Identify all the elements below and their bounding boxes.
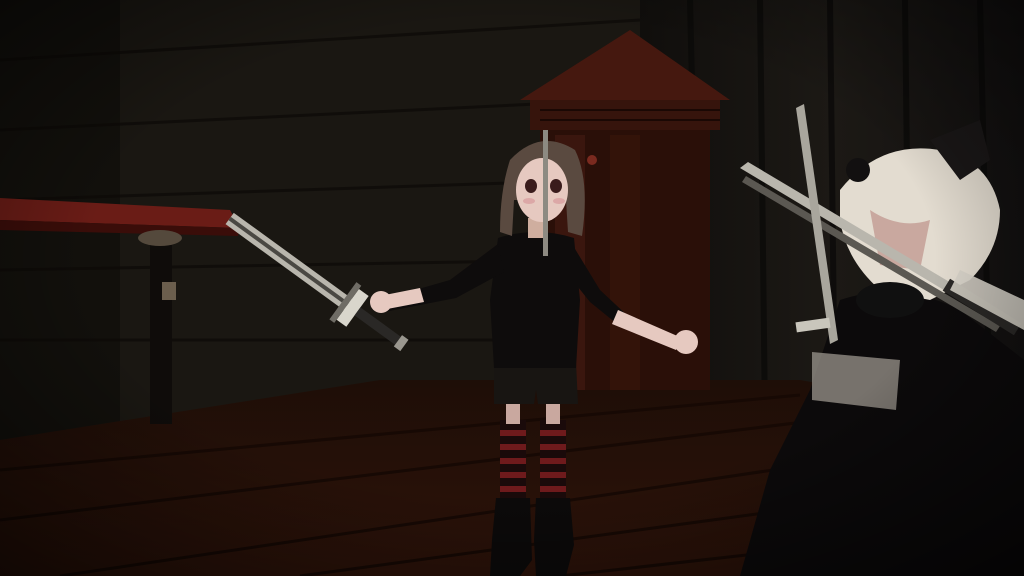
vignette-overlay [0, 0, 1024, 576]
game-scene [0, 0, 1024, 576]
